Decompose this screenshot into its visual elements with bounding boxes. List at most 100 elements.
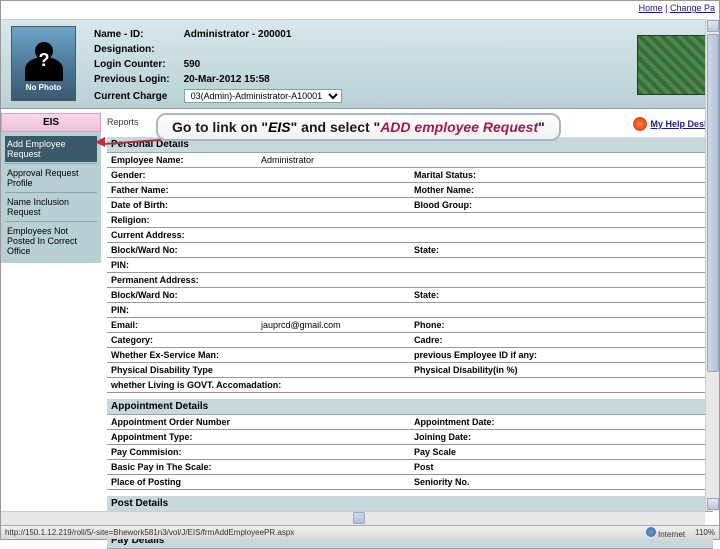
field-label: previous Employee ID if any: [410,350,560,360]
field-label: Physical Disability Type [107,365,257,375]
tab-eis[interactable]: EIS [1,113,101,132]
field-label: Cadre: [410,335,560,345]
field-label: PIN: [107,260,257,270]
form-row: Block/Ward No: State: [107,243,713,258]
field-label: Appointment Type: [107,432,257,442]
section-appointment: Appointment Details [107,399,713,415]
form-row: Permanent Address: [107,273,713,288]
field-value [257,215,265,225]
status-net: Internet [658,530,685,539]
field-label: whether Living is GOVT. Accomadation: [107,380,285,390]
tab-reports[interactable]: Reports [107,117,139,127]
field-value [560,245,568,255]
field-label: Date of Birth: [107,200,257,210]
silhouette-icon: ? [24,36,64,81]
scroll-up-button[interactable] [707,20,719,32]
callout-arrow [101,141,161,143]
sidebar-item-approval[interactable]: Approval Request Profile [5,165,97,191]
hdr-name-label: Name - ID: [88,28,176,41]
field-label: Gender: [107,170,257,180]
hdr-counter-label: Login Counter: [88,58,176,71]
form-row: Email:jauprcd@gmail.comPhone: [107,318,713,333]
field-label: Current Address: [107,230,257,240]
horizontal-scrollbar[interactable] [1,511,705,525]
field-label: Permanent Address: [107,275,257,285]
form-row: Appointment Order Number Appointment Date… [107,415,713,430]
form-row: whether Living is GOVT. Accomadation: [107,378,713,393]
form-row: Place of Posting Seniority No. [107,475,713,490]
field-label: Seniority No. [410,477,560,487]
help-desk-link[interactable]: My Help Desk [633,117,709,131]
hdr-prevlogin-value: 20-Mar-2012 15:58 [178,73,348,86]
hdr-counter-value: 590 [178,58,348,71]
field-label: Block/Ward No: [107,245,257,255]
status-bar: http://150.1.12.219/roll/5/-site=Bhework… [1,525,719,539]
field-value [257,230,265,240]
field-label: State: [410,245,560,255]
field-label: Category: [107,335,257,345]
hdr-name-value: Administrator - 200001 [178,28,348,41]
instruction-callout: Go to link on "EIS" and select "ADD empl… [156,113,561,141]
field-value [560,320,568,330]
sidebar-item-not-posted[interactable]: Employees Not Posted In Correct Office [5,223,97,259]
field-label: Email: [107,320,257,330]
field-value [257,185,265,195]
form-row: Appointment Type:Joining Date: [107,430,713,445]
form-row: PIN: [107,303,713,318]
field-value [560,432,568,442]
top-links: Home | Change Pa [639,3,715,13]
field-value [560,170,568,180]
help-icon [633,117,647,131]
form-row: Current Address: [107,228,713,243]
field-value [257,417,265,427]
field-value: jauprcd@gmail.com [257,320,345,330]
form-row: Whether Ex-Service Man:previous Employee… [107,348,713,363]
field-value [560,200,568,210]
field-value [257,305,265,315]
field-label: Mother Name: [410,185,560,195]
field-value [257,290,265,300]
field-label: Employee Name: [107,155,257,165]
scroll-down-button[interactable] [707,498,719,510]
field-value [257,365,265,375]
hscroll-thumb[interactable] [353,512,365,524]
form-row: Date of Birth: Blood Group: [107,198,713,213]
field-value [560,462,568,472]
field-value: Administrator [257,155,318,165]
field-value [560,447,568,457]
field-value [257,260,265,270]
content: Reports My Help Desk Personal Details Em… [101,113,719,505]
field-label: Place of Posting [107,477,257,487]
header-bar: ? No Photo Name - ID:Administrator - 200… [1,19,719,109]
form-row: PIN: [107,258,713,273]
status-url: http://150.1.12.219/roll/5/-site=Bhework… [5,528,294,537]
sidebar-item-name-inclusion[interactable]: Name Inclusion Request [5,194,97,220]
section-post: Post Details [107,496,713,512]
change-link[interactable]: Change Pa [670,3,715,13]
current-charge-select[interactable]: 03(Admin)-Administrator-A10001 [184,89,342,103]
status-zoom: 110% [695,528,715,537]
hdr-charge-label: Current Charge [88,88,176,104]
scroll-thumb[interactable] [707,34,719,372]
field-label: Blood Group: [410,200,560,210]
sidebar-item-add-employee[interactable]: Add Employee Request [5,136,97,162]
field-value [560,417,568,427]
field-label: Post [410,462,560,472]
form-row: Father Name:Mother Name: [107,183,713,198]
field-label: PIN: [107,305,257,315]
form-row: Block/Ward No:State: [107,288,713,303]
form-row: Employee Name:Administrator [107,153,713,168]
field-value [257,477,265,487]
vertical-scrollbar[interactable] [705,19,719,511]
hdr-desig-label: Designation: [88,43,176,56]
field-value [560,365,568,375]
field-label: Appointment Date: [410,417,560,427]
field-value [560,290,568,300]
field-value [560,185,568,195]
field-label: Basic Pay in The Scale: [107,462,257,472]
field-label: Appointment Order Number [107,417,257,427]
home-link[interactable]: Home [639,3,663,13]
field-value [257,447,265,457]
field-value [285,380,293,390]
form-row: Physical Disability TypePhysical Disabil… [107,363,713,378]
